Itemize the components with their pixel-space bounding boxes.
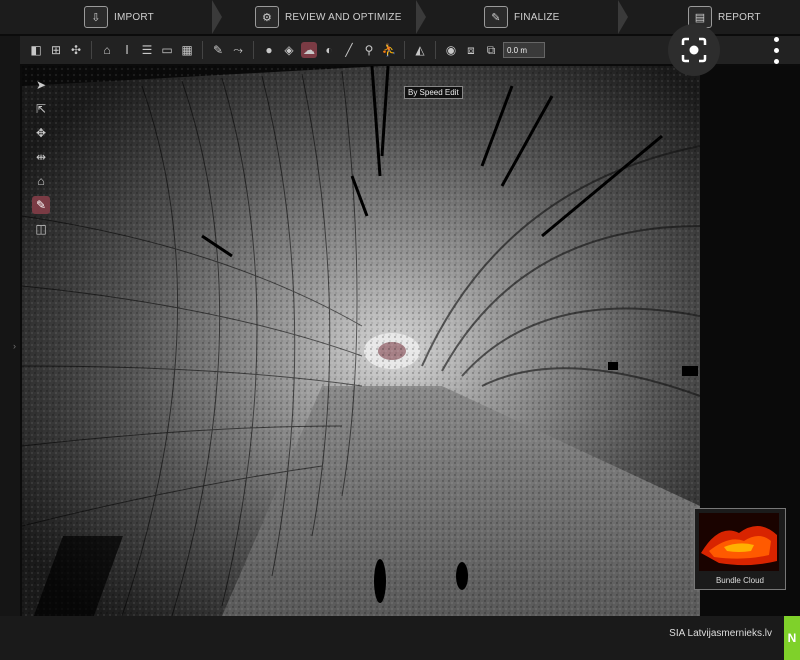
globe-icon[interactable]: ● [261,42,277,58]
table-icon[interactable]: ▦ [179,42,195,58]
tunnel-point-cloud [22,66,700,616]
target-icon[interactable]: ✣ [68,42,84,58]
toolbar-separator [91,41,92,59]
cloud-icon[interactable]: ☁ [301,42,317,58]
gear-icon: ⚙ [255,6,279,28]
finalize-icon: ✎ [484,6,508,28]
viewport-tools: ➤ ⇱ ✥ ⇹ ⌂ ✎ ◫ [30,76,52,238]
home-view-icon[interactable]: ⌂ [32,172,50,190]
tag-icon[interactable]: ◈ [281,42,297,58]
point-noise-overlay [22,66,700,616]
import-icon: ⇩ [84,6,108,28]
brand-logo-icon: N [784,616,800,660]
cube-icon[interactable]: ◧ [28,42,44,58]
status-bar: SIA Latvijasmernieks.lv N [0,616,800,660]
home-icon[interactable]: ⌂ [99,42,115,58]
left-collapse-strip: › [0,36,20,616]
box-icon[interactable]: ⧉ [483,42,499,58]
lens-icon [681,37,707,63]
select-arrow-icon[interactable]: ➤ [32,76,50,94]
workflow-step-label: REPORT [718,11,761,23]
scale-input[interactable]: 0.0 m [503,42,545,58]
move-icon[interactable]: ✥ [32,124,50,142]
more-options-button[interactable] [766,30,786,70]
toolbar-separator [202,41,203,59]
snap-icon[interactable]: ⊞ [48,42,64,58]
thumbnail-caption: Bundle Cloud [715,576,765,585]
workflow-step-review[interactable]: ⚙ REVIEW AND OPTIMIZE [255,0,402,34]
pencil-icon[interactable]: ✎ [210,42,226,58]
select-add-icon[interactable]: ⇱ [32,100,50,118]
workflow-step-label: IMPORT [114,11,154,23]
workflow-step-label: FINALIZE [514,11,560,23]
list-icon[interactable]: ☰ [139,42,155,58]
toolbar-separator [253,41,254,59]
link-icon[interactable]: ⤳ [230,42,246,58]
cube-icon[interactable]: ◫ [32,220,50,238]
fit-icon[interactable]: ⇹ [32,148,50,166]
toolbar-separator [404,41,405,59]
more-dot [773,36,779,42]
workflow-divider [212,0,222,34]
thumbnail-image [699,513,779,571]
eye-icon[interactable]: ◉ [443,42,459,58]
cube-outline-icon[interactable]: ⧈ [463,42,479,58]
layers-icon[interactable]: ▭ [159,42,175,58]
workflow-step-label: REVIEW AND OPTIMIZE [285,11,402,23]
tooltip: By Speed Edit [404,86,463,99]
workflow-divider [618,0,628,34]
workflow-step-import[interactable]: ⇩ IMPORT [84,0,154,34]
grid-icon[interactable]: Ⅰ [119,42,135,58]
collapse-handle-icon[interactable]: › [13,341,16,351]
thumbnail-heatmap [699,513,779,571]
ruler-icon[interactable]: ╱ [341,42,357,58]
more-dot [773,58,779,64]
pin-icon[interactable]: ⚲ [361,42,377,58]
sphere-icon[interactable]: ◐ [321,42,337,58]
toolbar-separator [435,41,436,59]
workflow-divider [416,0,426,34]
walk-icon[interactable]: ⛹ [381,42,397,58]
edit-pencil-icon[interactable]: ✎ [32,196,50,214]
more-dot [773,47,779,53]
lens-button[interactable] [668,24,720,76]
point-cloud-viewport[interactable] [22,66,700,616]
credit-text: SIA Latvijasmernieks.lv [669,628,772,639]
bundle-cloud-thumbnail[interactable]: Bundle Cloud [694,508,786,590]
workflow-step-finalize[interactable]: ✎ FINALIZE [484,0,560,34]
view-icon[interactable]: ◭ [412,42,428,58]
